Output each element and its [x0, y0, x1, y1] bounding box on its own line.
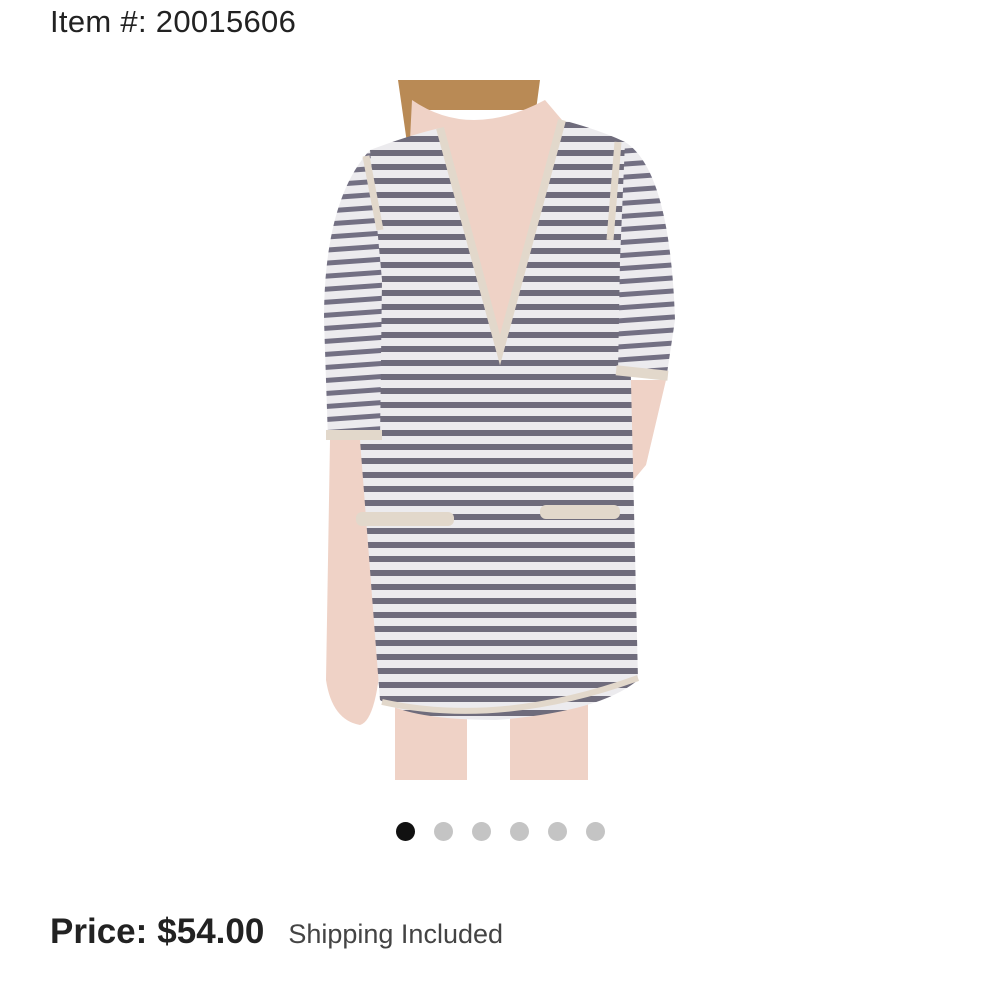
price-value: $54.00 — [157, 912, 265, 951]
carousel-dot-5[interactable] — [547, 822, 567, 841]
carousel-dot-1[interactable] — [395, 822, 415, 841]
item-number: Item #: 20015606 — [50, 2, 296, 42]
carousel-dot-4[interactable] — [509, 822, 529, 841]
price-row: Price: $54.00 Shipping Included — [50, 912, 503, 952]
carousel-dot-2[interactable] — [433, 822, 453, 841]
shipping-note: Shipping Included — [288, 919, 504, 949]
price-label: Price: — [50, 912, 148, 951]
item-number-value: 20015606 — [155, 4, 297, 39]
product-image[interactable] — [300, 80, 700, 780]
item-number-label: Item #: — [50, 4, 147, 39]
carousel-dot-3[interactable] — [471, 822, 491, 841]
image-carousel-dots — [0, 822, 1000, 841]
carousel-dot-6[interactable] — [585, 822, 605, 841]
